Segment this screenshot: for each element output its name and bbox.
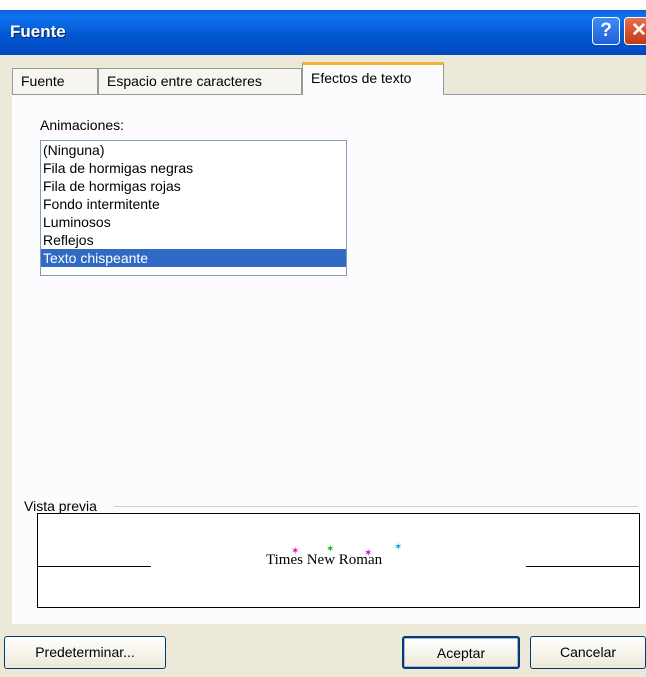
sparkle-icon: ✶ (364, 548, 373, 559)
sparkle-icon: ✶ (394, 542, 403, 553)
help-icon: ? (600, 20, 612, 41)
sparkle-icon: ✶ (291, 546, 300, 557)
preview-baseline-right (526, 566, 639, 567)
help-button[interactable]: ? (592, 17, 620, 45)
preview-label: Vista previa (24, 498, 97, 514)
preview-box: Times New Roman ✶ ✶ ✶ ✶ (37, 513, 640, 608)
tab-fuente-label: Fuente (21, 73, 65, 89)
sparkle-icon: ✶ (326, 544, 335, 555)
tab-fuente[interactable]: Fuente (12, 68, 98, 94)
cancel-label: Cancelar (559, 644, 617, 660)
title-bar[interactable]: Fuente ? ✕ (0, 10, 646, 55)
list-item[interactable]: (Ninguna) (41, 141, 346, 159)
predeterminar-label: Predeterminar... (35, 644, 135, 660)
cancel-button[interactable]: Cancelar (530, 636, 646, 669)
close-button[interactable]: ✕ (624, 17, 646, 45)
predeterminar-button[interactable]: Predeterminar... (4, 636, 166, 669)
group-divider (114, 506, 638, 507)
animations-label: Animaciones: (40, 117, 125, 133)
list-item[interactable]: Fila de hormigas rojas (41, 177, 346, 195)
tab-espacio-label: Espacio entre caracteres (107, 73, 262, 89)
animations-listbox[interactable]: (Ninguna) Fila de hormigas negras Fila d… (40, 140, 347, 276)
ok-button[interactable]: Aceptar (402, 636, 520, 669)
preview-baseline-left (38, 566, 151, 567)
list-item-selected[interactable]: Texto chispeante (41, 249, 346, 267)
list-item[interactable]: Reflejos (41, 231, 346, 249)
list-item[interactable]: Fila de hormigas negras (41, 159, 346, 177)
window-title: Fuente (10, 22, 66, 41)
list-item[interactable]: Luminosos (41, 213, 346, 231)
tab-efectos[interactable]: Efectos de texto (302, 62, 444, 95)
close-icon: ✕ (631, 20, 646, 41)
list-item[interactable]: Fondo intermitente (41, 195, 346, 213)
tab-espacio[interactable]: Espacio entre caracteres (98, 68, 302, 94)
tab-efectos-label: Efectos de texto (311, 70, 412, 86)
ok-label: Aceptar (436, 645, 486, 661)
